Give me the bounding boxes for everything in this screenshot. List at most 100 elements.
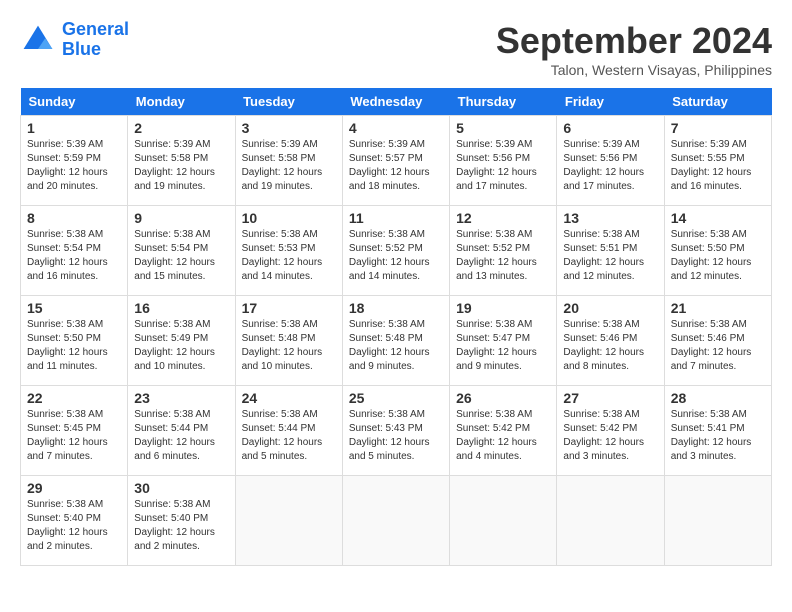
day-number: 4 — [349, 120, 443, 136]
calendar-table: SundayMondayTuesdayWednesdayThursdayFrid… — [20, 88, 772, 566]
calendar-cell: 30 Sunrise: 5:38 AM Sunset: 5:40 PM Dayli… — [128, 476, 235, 566]
calendar-cell: 12Sunrise: 5:38 AM Sunset: 5:52 PM Dayli… — [450, 206, 557, 296]
day-info: Sunrise: 5:38 AM Sunset: 5:41 PM Dayligh… — [671, 408, 765, 464]
day-number: 20 — [563, 300, 657, 316]
day-number: 11 — [349, 210, 443, 226]
weekday-header: Monday — [128, 88, 235, 116]
day-info: Sunrise: 5:39 AM Sunset: 5:57 PM Dayligh… — [349, 138, 443, 194]
logo-text: General Blue — [62, 20, 129, 60]
title-area: September 2024 Talon, Western Visayas, P… — [496, 20, 772, 78]
calendar-cell: 16Sunrise: 5:38 AM Sunset: 5:49 PM Dayli… — [128, 296, 235, 386]
day-number: 14 — [671, 210, 765, 226]
weekday-header: Saturday — [664, 88, 771, 116]
day-info: Sunrise: 5:39 AM Sunset: 5:56 PM Dayligh… — [563, 138, 657, 194]
calendar-cell: 18 Sunrise: 5:38 AM Sunset: 5:48 PM Dayli… — [342, 296, 449, 386]
day-number: 23 — [134, 390, 228, 406]
day-number: 27 — [563, 390, 657, 406]
day-number: 13 — [563, 210, 657, 226]
calendar-cell: 17 Sunrise: 5:38 AM Sunset: 5:48 PM Dayli… — [235, 296, 342, 386]
day-info: Sunrise: 5:38 AM Sunset: 5:48 PM Dayligh… — [349, 318, 443, 374]
calendar-cell: 8 Sunrise: 5:38 AM Sunset: 5:54 PM Daylig… — [21, 206, 128, 296]
weekday-header: Friday — [557, 88, 664, 116]
day-info: Sunrise: 5:39 AM Sunset: 5:55 PM Dayligh… — [671, 138, 765, 194]
day-number: 18 — [349, 300, 443, 316]
day-number: 15 — [27, 300, 121, 316]
day-info: Sunrise: 5:38 AM Sunset: 5:46 PM Dayligh… — [671, 318, 765, 374]
calendar-cell: 7 Sunrise: 5:39 AM Sunset: 5:55 PM Daylig… — [664, 116, 771, 206]
calendar-cell: 27 Sunrise: 5:38 AM Sunset: 5:42 PM Dayli… — [557, 386, 664, 476]
day-number: 24 — [242, 390, 336, 406]
calendar-cell: 19 Sunrise: 5:38 AM Sunset: 5:47 PM Dayli… — [450, 296, 557, 386]
logo-line2: Blue — [62, 39, 101, 59]
calendar-cell: 28 Sunrise: 5:38 AM Sunset: 5:41 PM Dayli… — [664, 386, 771, 476]
day-info: Sunrise: 5:38 AM Sunset: 5:46 PM Dayligh… — [563, 318, 657, 374]
calendar-cell: 25Sunrise: 5:38 AM Sunset: 5:43 PM Dayli… — [342, 386, 449, 476]
day-number: 5 — [456, 120, 550, 136]
day-info: Sunrise: 5:38 AM Sunset: 5:50 PM Dayligh… — [671, 228, 765, 284]
day-info: Sunrise: 5:39 AM Sunset: 5:56 PM Dayligh… — [456, 138, 550, 194]
weekday-header: Sunday — [21, 88, 128, 116]
day-info: Sunrise: 5:38 AM Sunset: 5:52 PM Dayligh… — [349, 228, 443, 284]
day-number: 2 — [134, 120, 228, 136]
day-info: Sunrise: 5:38 AM Sunset: 5:54 PM Dayligh… — [134, 228, 228, 284]
day-info: Sunrise: 5:38 AM Sunset: 5:47 PM Dayligh… — [456, 318, 550, 374]
calendar-cell: 15 Sunrise: 5:38 AM Sunset: 5:50 PM Dayli… — [21, 296, 128, 386]
calendar-cell: 26 Sunrise: 5:38 AM Sunset: 5:42 PM Dayli… — [450, 386, 557, 476]
weekday-header: Tuesday — [235, 88, 342, 116]
day-info: Sunrise: 5:38 AM Sunset: 5:54 PM Dayligh… — [27, 228, 121, 284]
day-number: 29 — [27, 480, 121, 496]
day-number: 17 — [242, 300, 336, 316]
day-info: Sunrise: 5:38 AM Sunset: 5:51 PM Dayligh… — [563, 228, 657, 284]
day-number: 12 — [456, 210, 550, 226]
weekday-header-row: SundayMondayTuesdayWednesdayThursdayFrid… — [21, 88, 772, 116]
day-info: Sunrise: 5:38 AM Sunset: 5:53 PM Dayligh… — [242, 228, 336, 284]
calendar-cell: 10 Sunrise: 5:38 AM Sunset: 5:53 PM Dayli… — [235, 206, 342, 296]
day-number: 1 — [27, 120, 121, 136]
day-number: 28 — [671, 390, 765, 406]
day-number: 22 — [27, 390, 121, 406]
calendar-cell: 2 Sunrise: 5:39 AM Sunset: 5:58 PM Daylig… — [128, 116, 235, 206]
calendar-cell: 21 Sunrise: 5:38 AM Sunset: 5:46 PM Dayli… — [664, 296, 771, 386]
day-info: Sunrise: 5:38 AM Sunset: 5:43 PM Dayligh… — [349, 408, 443, 464]
month-title: September 2024 — [496, 20, 772, 62]
day-info: Sunrise: 5:39 AM Sunset: 5:58 PM Dayligh… — [134, 138, 228, 194]
day-info: Sunrise: 5:38 AM Sunset: 5:42 PM Dayligh… — [456, 408, 550, 464]
calendar-cell — [342, 476, 449, 566]
calendar-cell: 6 Sunrise: 5:39 AM Sunset: 5:56 PM Daylig… — [557, 116, 664, 206]
day-number: 9 — [134, 210, 228, 226]
calendar-cell: 5 Sunrise: 5:39 AM Sunset: 5:56 PM Daylig… — [450, 116, 557, 206]
day-info: Sunrise: 5:38 AM Sunset: 5:40 PM Dayligh… — [134, 498, 228, 554]
calendar-cell: 11 Sunrise: 5:38 AM Sunset: 5:52 PM Dayli… — [342, 206, 449, 296]
calendar-cell: 4 Sunrise: 5:39 AM Sunset: 5:57 PM Daylig… — [342, 116, 449, 206]
day-number: 7 — [671, 120, 765, 136]
calendar-week-row: 29 Sunrise: 5:38 AM Sunset: 5:40 PM Dayli… — [21, 476, 772, 566]
calendar-cell: 13 Sunrise: 5:38 AM Sunset: 5:51 PM Dayli… — [557, 206, 664, 296]
calendar-cell: 20 Sunrise: 5:38 AM Sunset: 5:46 PM Dayli… — [557, 296, 664, 386]
day-number: 30 — [134, 480, 228, 496]
logo: General Blue — [20, 20, 129, 60]
location-subtitle: Talon, Western Visayas, Philippines — [496, 62, 772, 78]
day-info: Sunrise: 5:38 AM Sunset: 5:45 PM Dayligh… — [27, 408, 121, 464]
calendar-cell — [235, 476, 342, 566]
calendar-cell: 29Sunrise: 5:38 AM Sunset: 5:40 PM Dayli… — [21, 476, 128, 566]
calendar-cell: 23 Sunrise: 5:38 AM Sunset: 5:44 PM Dayli… — [128, 386, 235, 476]
day-number: 8 — [27, 210, 121, 226]
day-number: 16 — [134, 300, 228, 316]
calendar-week-row: 8 Sunrise: 5:38 AM Sunset: 5:54 PM Daylig… — [21, 206, 772, 296]
day-number: 26 — [456, 390, 550, 406]
day-info: Sunrise: 5:38 AM Sunset: 5:50 PM Dayligh… — [27, 318, 121, 374]
calendar-cell: 1 Sunrise: 5:39 AM Sunset: 5:59 PM Daylig… — [21, 116, 128, 206]
calendar-week-row: 15 Sunrise: 5:38 AM Sunset: 5:50 PM Dayli… — [21, 296, 772, 386]
day-info: Sunrise: 5:39 AM Sunset: 5:59 PM Dayligh… — [27, 138, 121, 194]
day-number: 19 — [456, 300, 550, 316]
day-info: Sunrise: 5:39 AM Sunset: 5:58 PM Dayligh… — [242, 138, 336, 194]
calendar-cell — [557, 476, 664, 566]
day-number: 10 — [242, 210, 336, 226]
weekday-header: Thursday — [450, 88, 557, 116]
day-info: Sunrise: 5:38 AM Sunset: 5:48 PM Dayligh… — [242, 318, 336, 374]
calendar-cell — [450, 476, 557, 566]
day-info: Sunrise: 5:38 AM Sunset: 5:42 PM Dayligh… — [563, 408, 657, 464]
day-number: 6 — [563, 120, 657, 136]
day-info: Sunrise: 5:38 AM Sunset: 5:44 PM Dayligh… — [134, 408, 228, 464]
day-number: 21 — [671, 300, 765, 316]
